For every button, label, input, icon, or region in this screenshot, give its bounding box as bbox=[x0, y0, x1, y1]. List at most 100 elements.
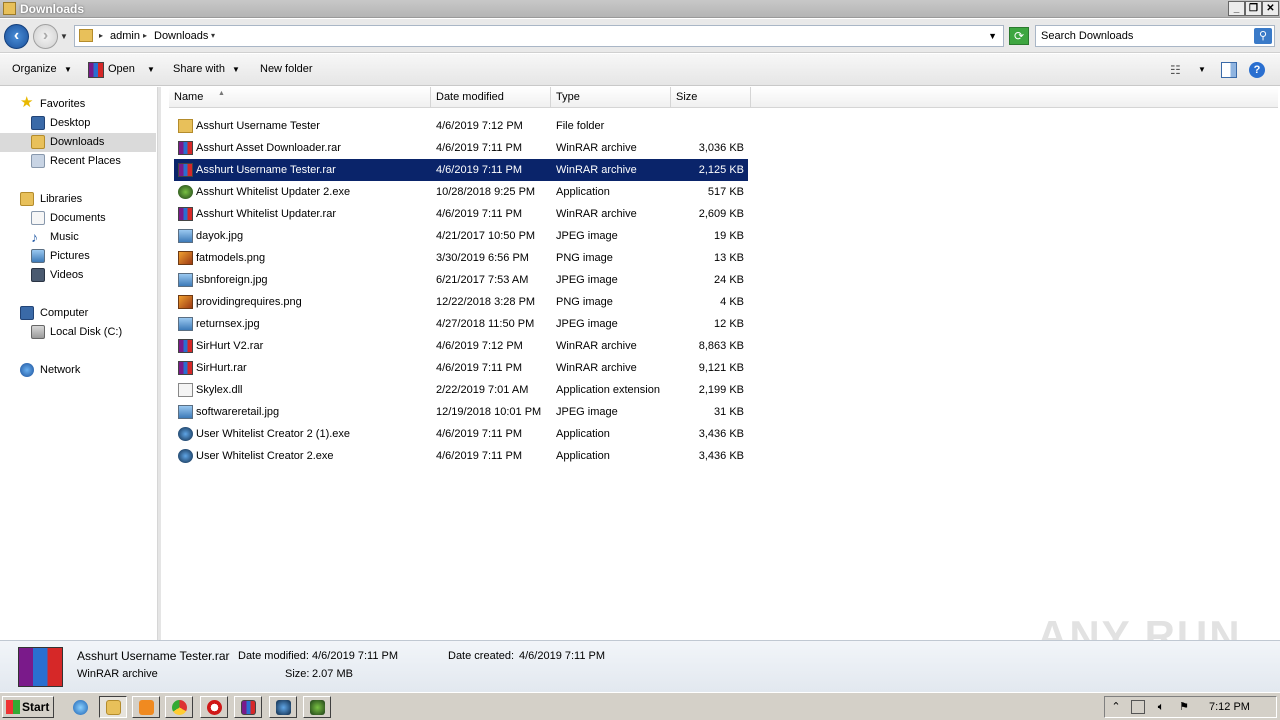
file-row[interactable]: providingrequires.png 12/22/2018 3:28 PM… bbox=[174, 291, 748, 313]
view-icon[interactable]: ☷ bbox=[1170, 63, 1181, 77]
column-header-name[interactable]: Name ▲ bbox=[169, 87, 431, 108]
file-size: 12 KB bbox=[714, 318, 744, 330]
clock[interactable]: 7:12 PM bbox=[1209, 701, 1250, 713]
chevron-down-icon[interactable]: ▼ bbox=[147, 65, 155, 74]
file-row[interactable]: Asshurt Whitelist Updater.rar 4/6/2019 7… bbox=[174, 203, 748, 225]
chevron-down-icon[interactable]: ▾ bbox=[211, 31, 215, 40]
file-row[interactable]: Asshurt Username Tester 4/6/2019 7:12 PM… bbox=[174, 115, 748, 137]
search-box[interactable]: ⚲ bbox=[1035, 25, 1275, 47]
dll-icon bbox=[178, 383, 193, 397]
folder-icon bbox=[178, 119, 193, 133]
winrar-icon bbox=[178, 141, 193, 155]
open-button[interactable]: Open bbox=[108, 63, 135, 75]
help-icon[interactable]: ? bbox=[1249, 62, 1265, 78]
search-input[interactable] bbox=[1041, 29, 1251, 43]
file-size: 4 KB bbox=[720, 296, 744, 308]
media-player-icon bbox=[139, 700, 154, 715]
maximize-button[interactable]: ❐ bbox=[1245, 1, 1262, 16]
file-date: 2/22/2019 7:01 AM bbox=[436, 384, 529, 396]
chevron-right-icon[interactable]: ▸ bbox=[143, 31, 147, 40]
start-button[interactable]: Start bbox=[2, 696, 54, 718]
new-folder-button[interactable]: New folder bbox=[260, 63, 313, 75]
file-row-selected[interactable]: Asshurt Username Tester.rar 4/6/2019 7:1… bbox=[174, 159, 748, 181]
address-dropdown-icon[interactable]: ▼ bbox=[988, 31, 997, 41]
show-hidden-icons-icon[interactable]: ⌃ bbox=[1109, 700, 1123, 714]
file-row[interactable]: returnsex.jpg 4/27/2018 11:50 PM JPEG im… bbox=[174, 313, 748, 335]
navigation-pane: ★ Favorites Desktop Downloads Recent Pla… bbox=[0, 87, 158, 640]
file-type: WinRAR archive bbox=[556, 340, 637, 352]
file-type: JPEG image bbox=[556, 406, 618, 418]
taskbar-opera[interactable] bbox=[200, 696, 228, 718]
taskbar-app-blue[interactable] bbox=[269, 696, 297, 718]
preview-pane-icon[interactable] bbox=[1221, 62, 1237, 78]
sidebar-item-desktop[interactable]: Desktop bbox=[0, 114, 156, 133]
sidebar-item-favorites[interactable]: ★ Favorites bbox=[0, 95, 156, 114]
sidebar-item-libraries[interactable]: Libraries bbox=[0, 190, 156, 209]
recent-pages-dropdown[interactable]: ▼ bbox=[60, 32, 68, 41]
file-row[interactable]: User Whitelist Creator 2.exe 4/6/2019 7:… bbox=[174, 445, 748, 467]
file-row[interactable]: Skylex.dll 2/22/2019 7:01 AM Application… bbox=[174, 379, 748, 401]
sidebar-item-downloads[interactable]: Downloads bbox=[0, 133, 156, 152]
file-list: Asshurt Username Tester 4/6/2019 7:12 PM… bbox=[161, 109, 1280, 640]
file-row[interactable]: softwareretail.jpg 12/19/2018 10:01 PM J… bbox=[174, 401, 748, 423]
chevron-down-icon[interactable]: ▼ bbox=[64, 65, 72, 74]
taskbar-explorer[interactable] bbox=[99, 696, 127, 718]
computer-icon bbox=[20, 306, 34, 320]
sidebar-item-label: Local Disk (C:) bbox=[50, 326, 123, 338]
file-name: SirHurt V2.rar bbox=[196, 340, 264, 352]
file-type: JPEG image bbox=[556, 274, 618, 286]
sidebar-item-label: Recent Places bbox=[50, 155, 121, 167]
taskbar-chrome[interactable] bbox=[165, 696, 193, 718]
sidebar-item-pictures[interactable]: Pictures bbox=[0, 247, 156, 266]
volume-icon[interactable]: 🔈︎ bbox=[1154, 700, 1168, 714]
network-tray-icon[interactable] bbox=[1131, 700, 1145, 714]
sidebar-item-local-disk[interactable]: Local Disk (C:) bbox=[0, 323, 156, 342]
share-with-button[interactable]: Share with bbox=[173, 63, 225, 75]
file-date: 6/21/2017 7:53 AM bbox=[436, 274, 529, 286]
chevron-down-icon[interactable]: ▼ bbox=[1198, 65, 1206, 74]
minimize-button[interactable]: _ bbox=[1228, 1, 1245, 16]
taskbar-app-green[interactable] bbox=[303, 696, 331, 718]
file-type: WinRAR archive bbox=[556, 362, 637, 374]
file-row[interactable]: SirHurt V2.rar 4/6/2019 7:12 PM WinRAR a… bbox=[174, 335, 748, 357]
file-row[interactable]: SirHurt.rar 4/6/2019 7:11 PM WinRAR arch… bbox=[174, 357, 748, 379]
taskbar-ie[interactable] bbox=[66, 696, 94, 718]
file-date: 12/22/2018 3:28 PM bbox=[436, 296, 536, 308]
taskbar-winrar[interactable] bbox=[234, 696, 262, 718]
taskbar-media-player[interactable] bbox=[132, 696, 160, 718]
chevron-down-icon[interactable]: ▼ bbox=[232, 65, 240, 74]
file-row[interactable]: Asshurt Asset Downloader.rar 4/6/2019 7:… bbox=[174, 137, 748, 159]
sidebar-item-network[interactable]: Network bbox=[0, 361, 156, 380]
address-bar[interactable]: ▸ admin ▸ Downloads ▾ ▼ bbox=[74, 25, 1004, 47]
address-bar-area: ‹ › ▼ ▸ admin ▸ Downloads ▾ ▼ ⟳ ⚲ bbox=[0, 19, 1280, 53]
file-row[interactable]: dayok.jpg 4/21/2017 10:50 PM JPEG image … bbox=[174, 225, 748, 247]
file-row[interactable]: Asshurt Whitelist Updater 2.exe 10/28/20… bbox=[174, 181, 748, 203]
jpeg-icon bbox=[178, 229, 193, 243]
sidebar-item-videos[interactable]: Videos bbox=[0, 266, 156, 285]
file-row[interactable]: fatmodels.png 3/30/2019 6:56 PM PNG imag… bbox=[174, 247, 748, 269]
organize-button[interactable]: Organize bbox=[12, 63, 57, 75]
search-icon[interactable]: ⚲ bbox=[1254, 28, 1272, 44]
action-center-flag-icon[interactable]: ⚑ bbox=[1177, 700, 1191, 714]
breadcrumb-admin[interactable]: admin bbox=[110, 30, 140, 42]
file-name: isbnforeign.jpg bbox=[196, 274, 268, 286]
documents-icon bbox=[31, 211, 45, 225]
column-header-date-modified[interactable]: Date modified bbox=[431, 87, 551, 108]
chevron-right-icon[interactable]: ▸ bbox=[99, 31, 103, 40]
sidebar-item-music[interactable]: ♪ Music bbox=[0, 228, 156, 247]
sidebar-item-computer[interactable]: Computer bbox=[0, 304, 156, 323]
refresh-button[interactable]: ⟳ bbox=[1009, 27, 1029, 45]
breadcrumb-downloads[interactable]: Downloads bbox=[154, 30, 208, 42]
sidebar-item-recent-places[interactable]: Recent Places bbox=[0, 152, 156, 171]
close-button[interactable]: ✕ bbox=[1262, 1, 1279, 16]
column-header-type[interactable]: Type bbox=[551, 87, 671, 108]
file-name: User Whitelist Creator 2 (1).exe bbox=[196, 428, 351, 440]
back-button[interactable]: ‹ bbox=[4, 24, 29, 49]
column-header-size[interactable]: Size bbox=[671, 87, 751, 108]
file-row[interactable]: isbnforeign.jpg 6/21/2017 7:53 AM JPEG i… bbox=[174, 269, 748, 291]
sidebar-item-documents[interactable]: Documents bbox=[0, 209, 156, 228]
file-size: 2,609 KB bbox=[698, 208, 744, 220]
forward-button[interactable]: › bbox=[33, 24, 58, 49]
file-date: 4/6/2019 7:11 PM bbox=[436, 450, 523, 462]
file-row[interactable]: User Whitelist Creator 2 (1).exe 4/6/201… bbox=[174, 423, 748, 445]
